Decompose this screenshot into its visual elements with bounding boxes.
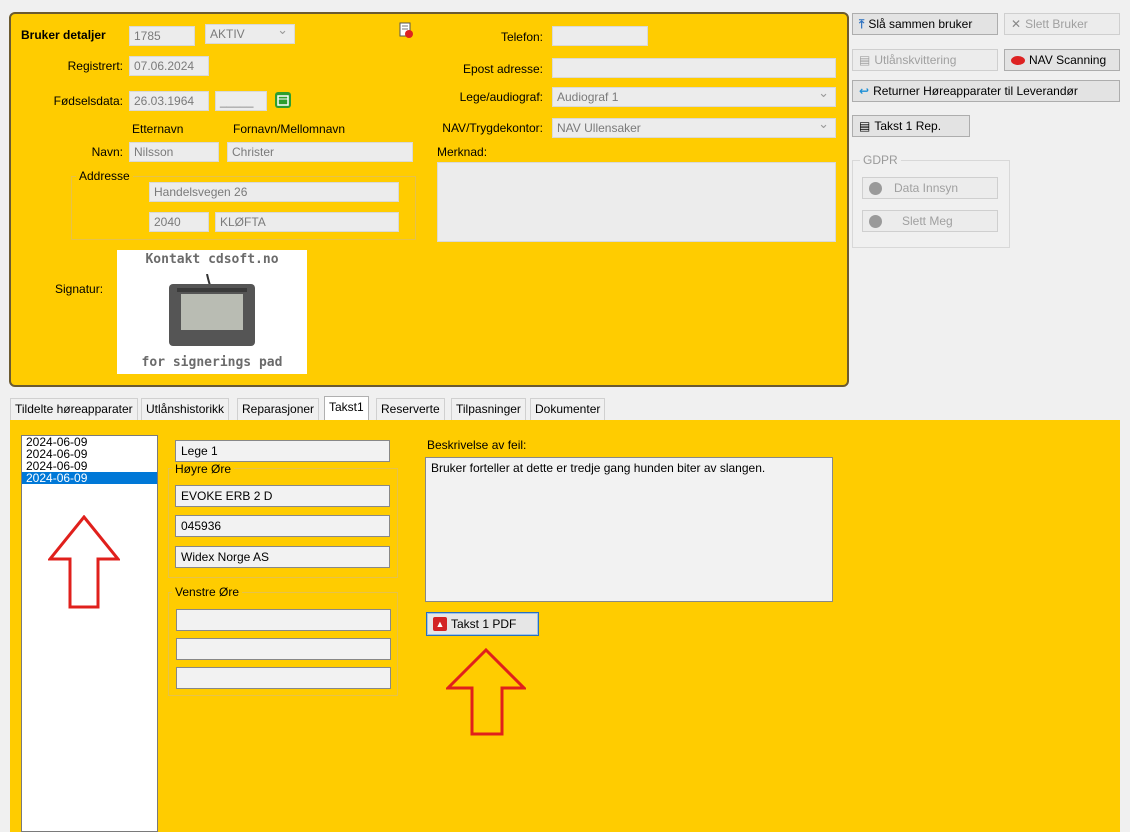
signature-pad-image[interactable]: Kontakt cdsoft.no for signerings pad bbox=[117, 250, 307, 374]
user-details-panel: Bruker detaljer 1785 AKTIV Registrert: 0… bbox=[9, 12, 849, 387]
annotation-arrow-up-icon bbox=[48, 515, 120, 609]
return-icon: ↩ bbox=[859, 84, 870, 98]
epost-field[interactable] bbox=[552, 58, 836, 78]
return-devices-button[interactable]: ↩ Returner Høreapparater til Leverandør bbox=[852, 80, 1120, 102]
fodselsdata-field[interactable]: 26.03.1964 bbox=[129, 91, 209, 111]
takst-pdf-button[interactable]: ▲ Takst 1 PDF bbox=[426, 612, 539, 636]
gdpr-label: GDPR bbox=[860, 153, 901, 167]
merge-user-button[interactable]: ⤒ Slå sammen bruker bbox=[852, 13, 998, 35]
tab-reparasjoner[interactable]: Reparasjoner bbox=[237, 398, 320, 420]
tab-reserverte[interactable]: Reserverte bbox=[376, 398, 445, 420]
tab-takst1[interactable]: Takst1 bbox=[324, 396, 369, 420]
etternavn-field[interactable]: Nilsson bbox=[129, 142, 219, 162]
adresse-field[interactable]: Handelsvegen 26 bbox=[149, 182, 399, 202]
postnr-field[interactable]: 2040 bbox=[149, 212, 209, 232]
venstre-model-field[interactable] bbox=[176, 609, 391, 631]
fodselsdata-label: Fødselsdata: bbox=[53, 94, 123, 108]
telefon-field[interactable] bbox=[552, 26, 648, 46]
epost-label: Epost adresse: bbox=[462, 62, 543, 76]
lege-field[interactable]: Lege 1 bbox=[175, 440, 390, 462]
delete-user-button[interactable]: ✕ Slett Bruker bbox=[1004, 13, 1120, 35]
fodselsdata-extra-field[interactable]: _____ bbox=[215, 91, 267, 111]
gdpr-group bbox=[852, 160, 1010, 248]
venstre-supplier-field[interactable] bbox=[176, 667, 391, 689]
merge-icon: ⤒ bbox=[859, 16, 865, 31]
poststed-field[interactable]: KLØFTA bbox=[215, 212, 399, 232]
nav-scanning-button[interactable]: NAV Scanning bbox=[1004, 49, 1120, 71]
lege-select[interactable]: Audiograf 1 bbox=[552, 87, 836, 107]
registrert-label: Registrert: bbox=[67, 59, 123, 73]
etternavn-label: Etternavn bbox=[132, 122, 184, 136]
takst-rep-button[interactable]: ▤ Takst 1 Rep. bbox=[852, 115, 970, 137]
takst-date-list[interactable]: 2024-06-09 2024-06-09 2024-06-09 2024-06… bbox=[21, 435, 158, 832]
gdpr-info-icon bbox=[869, 181, 882, 195]
data-innsyn-button[interactable]: Data Innsyn bbox=[862, 177, 998, 199]
calendar-icon[interactable] bbox=[275, 92, 291, 108]
nav-select[interactable]: NAV Ullensaker bbox=[552, 118, 836, 138]
signature-pad-device-icon bbox=[169, 274, 255, 346]
nav-logo-icon bbox=[1011, 55, 1025, 65]
adresse-label: Addresse bbox=[76, 169, 133, 183]
fornavn-label: Fornavn/Mellomnavn bbox=[233, 122, 346, 136]
signatur-label: Signatur: bbox=[55, 282, 104, 296]
lege-label: Lege/audiograf: bbox=[459, 90, 543, 104]
beskrivelse-label: Beskrivelse av feil: bbox=[427, 438, 527, 452]
beskrivelse-textarea[interactable]: Bruker forteller at dette er tredje gang… bbox=[425, 457, 833, 602]
telefon-label: Telefon: bbox=[500, 30, 543, 44]
slett-meg-button[interactable]: Slett Meg bbox=[862, 210, 998, 232]
venstre-serial-field[interactable] bbox=[176, 638, 391, 660]
user-id-field[interactable]: 1785 bbox=[129, 26, 195, 46]
tab-utlanshistorikk[interactable]: Utlånshistorikk bbox=[141, 398, 230, 420]
pdf-icon: ▲ bbox=[433, 617, 447, 631]
hoyre-supplier-field[interactable]: Widex Norge AS bbox=[175, 546, 390, 568]
fornavn-field[interactable]: Christer bbox=[227, 142, 413, 162]
tab-tilpasninger[interactable]: Tilpasninger bbox=[451, 398, 526, 420]
hoyre-ore-label: Høyre Øre bbox=[172, 462, 235, 476]
tab-dokumenter[interactable]: Dokumenter bbox=[530, 398, 606, 420]
hoyre-model-field[interactable]: EVOKE ERB 2 D bbox=[175, 485, 390, 507]
user-details-title: Bruker detaljer bbox=[21, 28, 106, 42]
status-select[interactable]: AKTIV bbox=[205, 24, 295, 44]
registrert-field[interactable]: 07.06.2024 bbox=[129, 56, 209, 76]
navn-label: Navn: bbox=[91, 145, 123, 159]
merknad-label: Merknad: bbox=[437, 145, 488, 159]
receipt-icon: ▤ bbox=[859, 53, 871, 67]
gdpr-delete-icon bbox=[869, 214, 882, 228]
signature-pad-top-text: Kontakt cdsoft.no bbox=[145, 252, 279, 267]
annotation-arrow-up-icon-2 bbox=[446, 648, 526, 736]
pdf-delete-icon[interactable] bbox=[399, 22, 413, 41]
nav-label: NAV/Trygdekontor: bbox=[442, 121, 543, 135]
list-item-selected[interactable]: 2024-06-09 bbox=[22, 472, 157, 484]
merknad-textarea[interactable] bbox=[437, 162, 836, 242]
venstre-ore-label: Venstre Øre bbox=[172, 585, 243, 599]
delete-x-icon: ✕ bbox=[1011, 17, 1022, 31]
hoyre-serial-field[interactable]: 045936 bbox=[175, 515, 390, 537]
tab-tildelte[interactable]: Tildelte høreapparater bbox=[10, 398, 138, 420]
document-icon: ▤ bbox=[859, 119, 871, 133]
loan-receipt-button[interactable]: ▤ Utlånskvittering bbox=[852, 49, 998, 71]
takst1-panel: 2024-06-09 2024-06-09 2024-06-09 2024-06… bbox=[10, 420, 1120, 832]
signature-pad-bottom-text: for signerings pad bbox=[141, 355, 283, 370]
